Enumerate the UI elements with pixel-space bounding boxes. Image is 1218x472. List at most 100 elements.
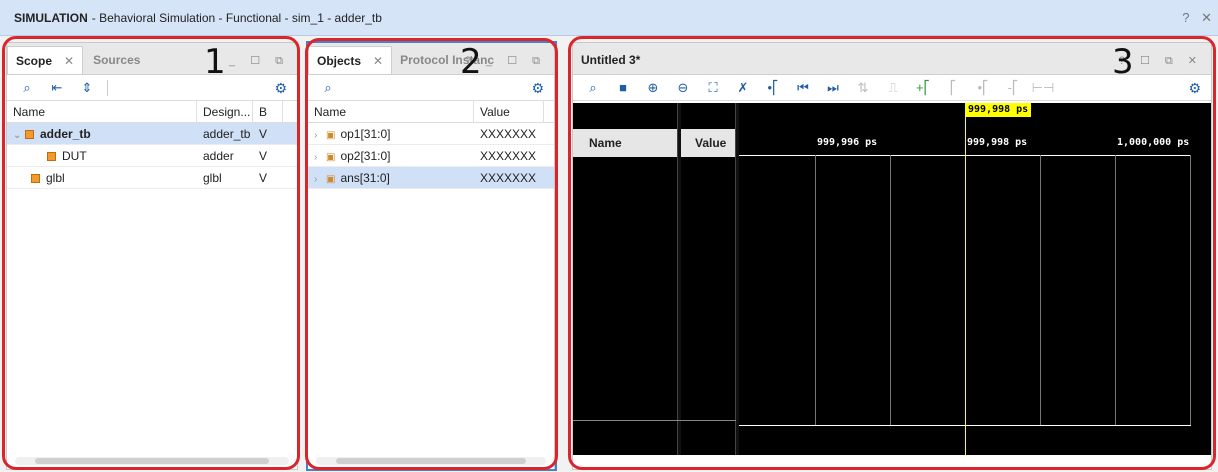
save-icon[interactable]: ■ [613, 79, 633, 97]
col-design[interactable]: Design... [197, 100, 253, 123]
window-title: - Behavioral Simulation - Functional - s… [91, 10, 382, 25]
object-row-op1[interactable]: › ▣ op1[31:0] XXXXXXX [308, 123, 554, 145]
gridline [1190, 155, 1191, 425]
scope-row-name: glbl [46, 170, 65, 185]
scrollbar-thumb[interactable] [35, 458, 269, 464]
marker-disable-icon[interactable]: ✗ [733, 79, 753, 97]
signal-value-header[interactable]: Value [681, 129, 736, 157]
expand-all-icon[interactable]: ⇕ [77, 79, 97, 97]
object-row-name: op2[31:0] [340, 148, 391, 163]
scope-toolbar: ⌕ ⇤ ⇕ ⚙ [7, 75, 297, 101]
scope-row-b: V [259, 126, 268, 141]
chevron-down-icon[interactable]: ⌄ [13, 125, 25, 145]
prev-transition-icon[interactable]: ⎡ [943, 79, 963, 97]
help-icon[interactable]: ? [1182, 10, 1189, 25]
object-row-value: XXXXXXX [480, 170, 537, 185]
scope-tabbar: Scope ✕ Sources _ ☐ ⧉ [7, 43, 297, 75]
tab-untitled-3[interactable]: Untitled 3* [573, 46, 649, 74]
collapse-all-icon[interactable]: ⇤ [47, 79, 67, 97]
objects-horizontal-scrollbar[interactable] [316, 457, 546, 465]
scope-row-adder-tb[interactable]: ⌄ adder_tb adder_tb V [7, 123, 297, 145]
annotation-number-1: 1 [204, 42, 226, 82]
object-row-name: ans[31:0] [340, 170, 390, 185]
cursor-time-label[interactable]: 999,998 ps [965, 103, 1032, 117]
add-cursor-icon[interactable]: +⎡ [913, 79, 933, 97]
zoom-in-icon[interactable]: ⊕ [643, 79, 663, 97]
window-title-bar: SIMULATION - Behavioral Simulation - Fun… [0, 0, 1218, 36]
close-icon[interactable]: ✕ [1201, 10, 1212, 25]
objects-tabbar: Objects ✕ Protocol Instanc ? _ ☐ ⧉ [308, 43, 554, 75]
scope-row-glbl[interactable]: glbl glbl V [7, 167, 297, 189]
gridline [1040, 155, 1041, 425]
toolbar-separator [107, 79, 108, 96]
signal-name-header[interactable]: Name [573, 129, 677, 157]
scope-row-design: glbl [203, 170, 222, 185]
waveform-horizontal-scrollbar[interactable] [573, 455, 1211, 469]
bus-icon: ▣ [326, 151, 336, 163]
object-row-value: XXXXXXX [480, 126, 537, 141]
go-to-start-icon[interactable]: ⏮ [793, 79, 813, 97]
zoom-out-icon[interactable]: ⊖ [673, 79, 693, 97]
swap-cursors-icon[interactable]: ⇅ [853, 79, 873, 97]
scope-row-b: V [259, 170, 268, 185]
gear-icon[interactable]: ⚙ [1188, 80, 1201, 97]
scrollbar-thumb[interactable] [336, 458, 526, 464]
search-icon[interactable]: ⌕ [17, 79, 37, 97]
tab-sources[interactable]: Sources [85, 46, 148, 74]
scope-column-header: Name Design... B [7, 100, 297, 123]
next-edge-icon[interactable]: -⎡ [1003, 79, 1023, 97]
chevron-right-icon[interactable]: › [314, 125, 326, 145]
timeline-bottom-line [739, 425, 1191, 426]
go-to-end-icon[interactable]: ⏭ [823, 79, 843, 97]
annotation-number-3: 3 [1112, 42, 1134, 82]
panel-window-controls[interactable]: _ ☐ ⧉ [229, 54, 289, 68]
module-icon [25, 129, 34, 139]
scope-row-name: adder_tb [40, 126, 91, 141]
tab-objects[interactable]: Objects ✕ [308, 46, 393, 74]
chevron-right-icon[interactable]: › [314, 147, 326, 167]
gridline [890, 155, 891, 425]
objects-toolbar: ⌕ ⚙ [308, 75, 554, 101]
zoom-fit-icon[interactable]: ⛶ [703, 79, 723, 97]
objects-panel: Objects ✕ Protocol Instanc ? _ ☐ ⧉ ⌕ ⚙ N… [307, 42, 555, 470]
gear-icon[interactable]: ⚙ [531, 80, 544, 97]
search-icon[interactable]: ⌕ [583, 79, 603, 97]
scope-row-name: DUT [62, 148, 87, 163]
time-axis-area[interactable]: 999,996 ps 999,998 ps 1,000,000 ps 999,9… [739, 103, 1211, 455]
fit-range-icon[interactable]: ⊢⊣ [1032, 79, 1055, 97]
chevron-right-icon[interactable]: › [314, 169, 326, 189]
bus-icon: ▣ [326, 173, 336, 185]
scope-row-design: adder_tb [203, 126, 251, 141]
scope-horizontal-scrollbar[interactable] [15, 457, 289, 465]
search-icon[interactable]: ⌕ [318, 79, 338, 97]
tab-close-icon[interactable]: ✕ [64, 54, 74, 68]
object-row-ans[interactable]: › ▣ ans[31:0] XXXXXXX [308, 167, 554, 189]
add-marker-icon[interactable]: •⎡ [763, 79, 783, 97]
tab-close-icon[interactable]: ✕ [373, 54, 383, 68]
col-name[interactable]: Name [7, 100, 197, 123]
gear-icon[interactable]: ⚙ [274, 80, 287, 97]
scope-row-design: adder [203, 148, 234, 163]
bus-icon: ▣ [326, 129, 336, 141]
scope-row-b: V [259, 148, 268, 163]
gridline [815, 155, 816, 425]
tab-objects-label: Objects [317, 53, 362, 68]
waveform-canvas[interactable]: Name Value 999,996 ps 999,998 ps 1,000,0… [573, 103, 1211, 455]
object-row-op2[interactable]: › ▣ op2[31:0] XXXXXXX [308, 145, 554, 167]
snap-icon[interactable]: ⎍ [883, 79, 903, 97]
col-value[interactable]: Value [474, 100, 544, 123]
col-b[interactable]: B [253, 100, 283, 123]
prev-edge-icon[interactable]: •⎡ [973, 79, 993, 97]
objects-column-header: Name Value [308, 100, 554, 123]
tick-label: 1,000,000 ps [1117, 137, 1190, 148]
annotation-number-2: 2 [460, 42, 482, 82]
tab-scope-label: Scope [16, 53, 53, 68]
scope-row-dut[interactable]: DUT adder V [7, 145, 297, 167]
cursor-line[interactable] [965, 117, 966, 455]
object-row-name: op1[31:0] [340, 126, 391, 141]
col-name[interactable]: Name [308, 100, 474, 123]
tab-scope[interactable]: Scope ✕ [7, 46, 84, 74]
tab-sources-label: Sources [93, 53, 141, 67]
scope-panel: Scope ✕ Sources _ ☐ ⧉ ⌕ ⇤ ⇕ ⚙ Name Desig… [6, 42, 298, 470]
tab-waveform-label: Untitled 3* [581, 53, 641, 67]
